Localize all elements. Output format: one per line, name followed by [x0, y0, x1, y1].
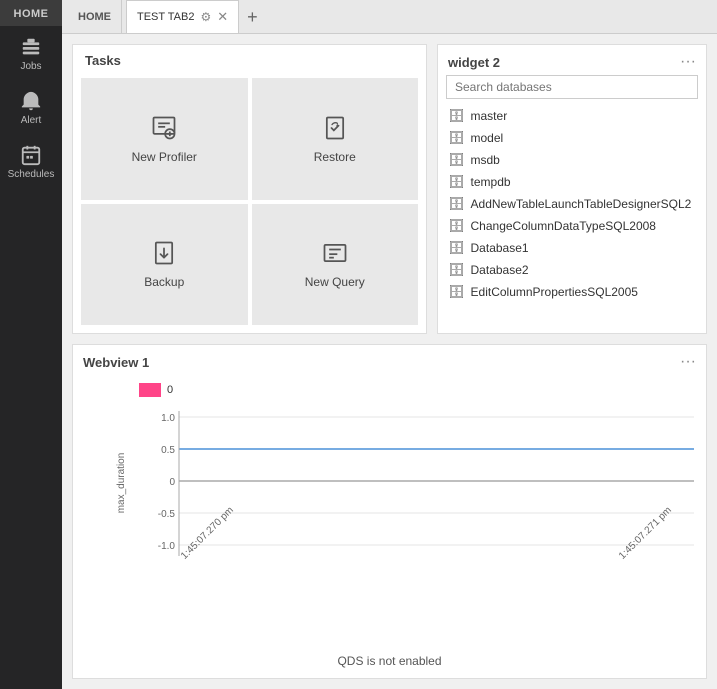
restore-icon — [321, 114, 349, 142]
db-list-item[interactable]: 🗄 msdb — [444, 149, 700, 171]
widget2-panel: widget 2 ··· 🗄 master 🗄 model 🗄 msdb 🗄 tempdb 🗄 A… — [437, 44, 707, 334]
sidebar-item-schedules-label: Schedules — [8, 169, 55, 180]
db-name: msdb — [471, 153, 500, 167]
svg-text:0: 0 — [169, 477, 175, 488]
db-name: ChangeColumnDataTypeSQL2008 — [471, 219, 656, 233]
tabbar: HOME TEST TAB2 ⚙ ✕ + — [62, 0, 717, 34]
legend-value-label: 0 — [167, 384, 173, 396]
widget2-more-button[interactable]: ··· — [680, 53, 696, 71]
sidebar-item-schedules[interactable]: Schedules — [0, 134, 62, 188]
alert-icon — [20, 90, 42, 112]
jobs-icon — [20, 36, 42, 58]
db-name: AddNewTableLaunchTableDesignerSQL2 — [471, 197, 692, 211]
tab-active[interactable]: TEST TAB2 ⚙ ✕ — [126, 0, 239, 33]
db-name: Database2 — [471, 263, 529, 277]
database-icon: 🗄 — [448, 196, 465, 212]
database-icon: 🗄 — [448, 284, 465, 300]
new-profiler-icon — [150, 114, 178, 142]
content-area: Tasks New Profiler — [62, 34, 717, 689]
new-query-label: New Query — [305, 275, 365, 289]
svg-text:-0.5: -0.5 — [158, 509, 176, 520]
tab-close-icon[interactable]: ✕ — [217, 9, 228, 25]
backup-label: Backup — [144, 275, 184, 289]
main-area: HOME TEST TAB2 ⚙ ✕ + Tasks — [62, 0, 717, 689]
chart-svg: 1.0 0.5 0 -0.5 -1.0 — [139, 401, 699, 561]
tasks-grid: New Profiler Restore — [73, 74, 426, 333]
svg-text:1.0: 1.0 — [161, 413, 175, 424]
database-icon: 🗄 — [448, 218, 465, 234]
new-profiler-button[interactable]: New Profiler — [81, 78, 248, 200]
sidebar-item-jobs-label: Jobs — [20, 61, 41, 72]
svg-text:0.5: 0.5 — [161, 445, 175, 456]
sidebar-item-alert-label: Alert — [21, 115, 42, 126]
db-list-item[interactable]: 🗄 AddNewTableLaunchTableDesignerSQL2 — [444, 193, 700, 215]
database-icon: 🗄 — [448, 174, 465, 190]
db-list-item[interactable]: 🗄 ChangeColumnDataTypeSQL2008 — [444, 215, 700, 237]
svg-text:-1.0: -1.0 — [158, 541, 176, 552]
tab-label: TEST TAB2 — [137, 11, 194, 23]
sidebar-item-jobs[interactable]: Jobs — [0, 26, 62, 80]
sidebar: HOME Jobs Alert Schedules — [0, 0, 62, 689]
tab-add-button[interactable]: + — [239, 8, 266, 26]
tasks-panel: Tasks New Profiler — [72, 44, 427, 334]
chart-area: 0 max_duration 1.0 — [73, 375, 706, 654]
new-profiler-label: New Profiler — [132, 150, 197, 164]
database-list: 🗄 master 🗄 model 🗄 msdb 🗄 tempdb 🗄 AddNewTableLau… — [438, 105, 706, 333]
webview-header: Webview 1 ··· — [73, 345, 706, 375]
db-name: Database1 — [471, 241, 529, 255]
new-query-icon — [321, 239, 349, 267]
database-icon: 🗄 — [448, 108, 465, 124]
db-list-item[interactable]: 🗄 Database2 — [444, 259, 700, 281]
db-list-item[interactable]: 🗄 Database1 — [444, 237, 700, 259]
db-list-item[interactable]: 🗄 model — [444, 127, 700, 149]
search-databases-input[interactable] — [446, 75, 698, 99]
restore-button[interactable]: Restore — [252, 78, 419, 200]
chart-svg-wrap: max_duration 1.0 0.5 0 — [139, 401, 690, 564]
schedules-icon — [20, 144, 42, 166]
tasks-title: Tasks — [73, 45, 426, 74]
database-icon: 🗄 — [448, 152, 465, 168]
chart-footer: QDS is not enabled — [73, 654, 706, 678]
webview-title: Webview 1 — [83, 355, 149, 370]
database-icon: 🗄 — [448, 262, 465, 278]
database-icon: 🗄 — [448, 240, 465, 256]
legend-row: 0 — [139, 383, 690, 397]
backup-icon — [150, 239, 178, 267]
legend-color-box — [139, 383, 161, 397]
db-list-item[interactable]: 🗄 master — [444, 105, 700, 127]
sidebar-item-alert[interactable]: Alert — [0, 80, 62, 134]
webview-panel: Webview 1 ··· 0 max_duration — [72, 344, 707, 679]
db-list-item[interactable]: 🗄 tempdb — [444, 171, 700, 193]
widget2-header: widget 2 ··· — [438, 45, 706, 75]
new-query-button[interactable]: New Query — [252, 204, 419, 326]
webview-more-button[interactable]: ··· — [680, 353, 696, 371]
top-row: Tasks New Profiler — [72, 44, 707, 334]
db-name: tempdb — [471, 175, 511, 189]
y-axis-label: max_duration — [116, 452, 127, 513]
db-name: model — [471, 131, 504, 145]
db-name: EditColumnPropertiesSQL2005 — [471, 285, 638, 299]
restore-label: Restore — [314, 150, 356, 164]
db-name: master — [471, 109, 508, 123]
tab-home[interactable]: HOME — [68, 0, 122, 33]
tab-pin-icon[interactable]: ⚙ — [200, 10, 211, 24]
db-list-item[interactable]: 🗄 EditColumnPropertiesSQL2005 — [444, 281, 700, 303]
backup-button[interactable]: Backup — [81, 204, 248, 326]
database-icon: 🗄 — [448, 130, 465, 146]
sidebar-home[interactable]: HOME — [0, 0, 62, 26]
widget2-title: widget 2 — [448, 55, 500, 70]
